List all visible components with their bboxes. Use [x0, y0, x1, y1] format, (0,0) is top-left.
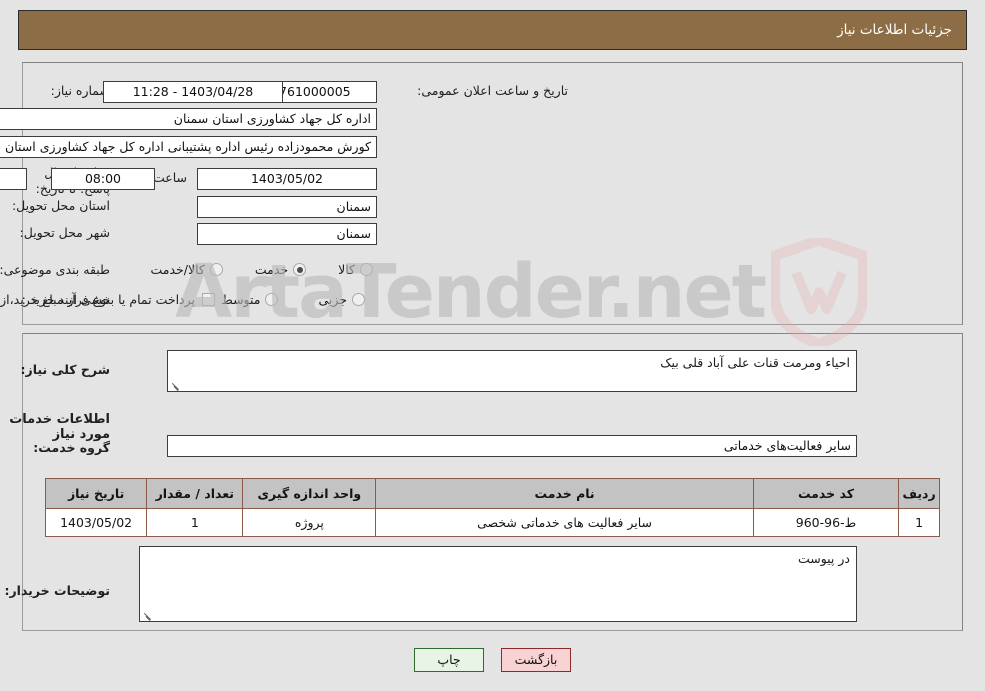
buyer-org-field[interactable]: اداره کل جهاد کشاورزی استان سمنان: [0, 108, 377, 130]
treasury-docs-checkbox-icon[interactable]: [202, 293, 215, 306]
radio-khedmat-icon[interactable]: [293, 263, 307, 276]
th-quantity: تعداد / مقدار: [146, 478, 244, 509]
footer-button-bar: بازگشت چاپ: [0, 648, 985, 672]
delivery-city-row: شهر محل تحویل:: [20, 225, 110, 240]
delivery-city-field[interactable]: سمنان: [197, 223, 377, 245]
radio-motevaset-icon[interactable]: [265, 293, 279, 306]
radio-motevaset-label: متوسط: [221, 292, 261, 307]
cell-index: 1: [898, 508, 940, 537]
treasury-docs-checkbox-label: پرداخت تمام یا بخشی از مبلغ خرید،از محل …: [0, 292, 195, 307]
service-group-label: گروه خدمت:: [33, 440, 110, 455]
th-service-code: کد خدمت: [752, 478, 900, 509]
cell-unit: پروژه: [242, 508, 377, 537]
print-button[interactable]: چاپ: [414, 648, 484, 672]
delivery-province-field[interactable]: سمنان: [197, 196, 377, 218]
resize-grip-icon[interactable]: [171, 380, 181, 391]
buyer-notes-textarea[interactable]: در پیوست: [139, 546, 857, 622]
radio-option-kala[interactable]: کالا: [338, 262, 373, 277]
th-service-name: نام خدمت: [375, 478, 754, 509]
th-need-date: تاریخ نیاز: [44, 478, 148, 509]
subject-category-row: طبقه بندی موضوعی:: [0, 262, 110, 277]
cell-need-date: 1403/05/02: [44, 508, 148, 537]
radio-option-khedmat[interactable]: خدمت: [254, 262, 307, 277]
delivery-province-row: استان محل تحویل:: [12, 198, 110, 213]
page-header: جزئیات اطلاعات نیاز: [18, 10, 967, 50]
radio-jozei-label: جزیی: [318, 292, 347, 307]
general-description-label: شرح کلی نیاز:: [20, 362, 110, 377]
treasury-docs-checkbox-row[interactable]: پرداخت تمام یا بخشی از مبلغ خرید،از محل …: [0, 292, 215, 307]
request-creator-field[interactable]: کورش محمودزاده رئیس اداره پشتیبانی اداره…: [0, 136, 377, 158]
table-row: 1 ط-96-960 سایر فعالیت های خدماتی شخصی پ…: [44, 508, 940, 537]
radio-option-kala-khedmat[interactable]: کالا/خدمت: [150, 262, 223, 277]
cell-service-code: ط-96-960: [752, 508, 900, 537]
deadline-date-field[interactable]: 1403/05/02: [197, 168, 377, 190]
radio-kala-khedmat-icon[interactable]: [209, 263, 223, 276]
page-title: جزئیات اطلاعات نیاز: [837, 22, 952, 38]
deadline-days-field[interactable]: 4: [0, 168, 27, 190]
subject-category-options: کالا خدمت کالا/خدمت: [150, 262, 373, 277]
public-announce-row: تاریخ و ساعت اعلان عمومی:: [417, 83, 568, 98]
delivery-province-label: استان محل تحویل:: [11, 198, 110, 213]
need-number-label: شماره نیاز:: [50, 83, 110, 98]
th-index: ردیف: [898, 478, 940, 509]
radio-jozei-icon[interactable]: [352, 293, 365, 306]
purchase-process-options: جزیی متوسط: [221, 292, 365, 307]
th-unit: واحد اندازه گیری: [242, 478, 377, 509]
subject-category-label: طبقه بندی موضوعی:: [0, 262, 110, 277]
cell-quantity: 1: [146, 508, 244, 537]
general-description-textarea[interactable]: احیاء ومرمت قنات علی آباد قلی بیک: [167, 350, 857, 392]
buyer-notes-label: توضیحات خریدار:: [4, 583, 110, 598]
deadline-time-label: ساعت: [152, 170, 187, 185]
radio-option-motevaset[interactable]: متوسط: [221, 292, 279, 307]
service-group-field[interactable]: سایر فعالیت‌های خدماتی: [167, 435, 857, 457]
back-button[interactable]: بازگشت: [501, 648, 571, 672]
cell-service-name: سایر فعالیت های خدماتی شخصی: [375, 508, 754, 537]
public-announce-field[interactable]: 1403/04/28 - 11:28: [103, 81, 283, 103]
general-description-value: احیاء ومرمت قنات علی آباد قلی بیک: [660, 355, 850, 370]
resize-grip-icon-notes[interactable]: [143, 610, 153, 621]
buyer-notes-value: در پیوست: [797, 551, 850, 566]
need-number-row: شماره نیاز:: [51, 83, 110, 98]
deadline-time-field[interactable]: 08:00: [51, 168, 155, 190]
radio-kala-khedmat-label: کالا/خدمت: [150, 262, 205, 277]
radio-khedmat-label: خدمت: [254, 262, 289, 277]
delivery-city-label: شهر محل تحویل:: [19, 225, 110, 240]
service-items-table: ردیف کد خدمت نام خدمت واحد اندازه گیری ت…: [44, 478, 940, 537]
public-announce-label: تاریخ و ساعت اعلان عمومی:: [417, 83, 568, 98]
radio-option-jozei[interactable]: جزیی: [318, 292, 365, 307]
table-header-row: ردیف کد خدمت نام خدمت واحد اندازه گیری ت…: [44, 478, 940, 509]
radio-kala-icon[interactable]: [360, 263, 373, 276]
service-section-title: اطلاعات خدمات مورد نیاز: [9, 412, 110, 442]
radio-kala-label: کالا: [338, 262, 355, 277]
